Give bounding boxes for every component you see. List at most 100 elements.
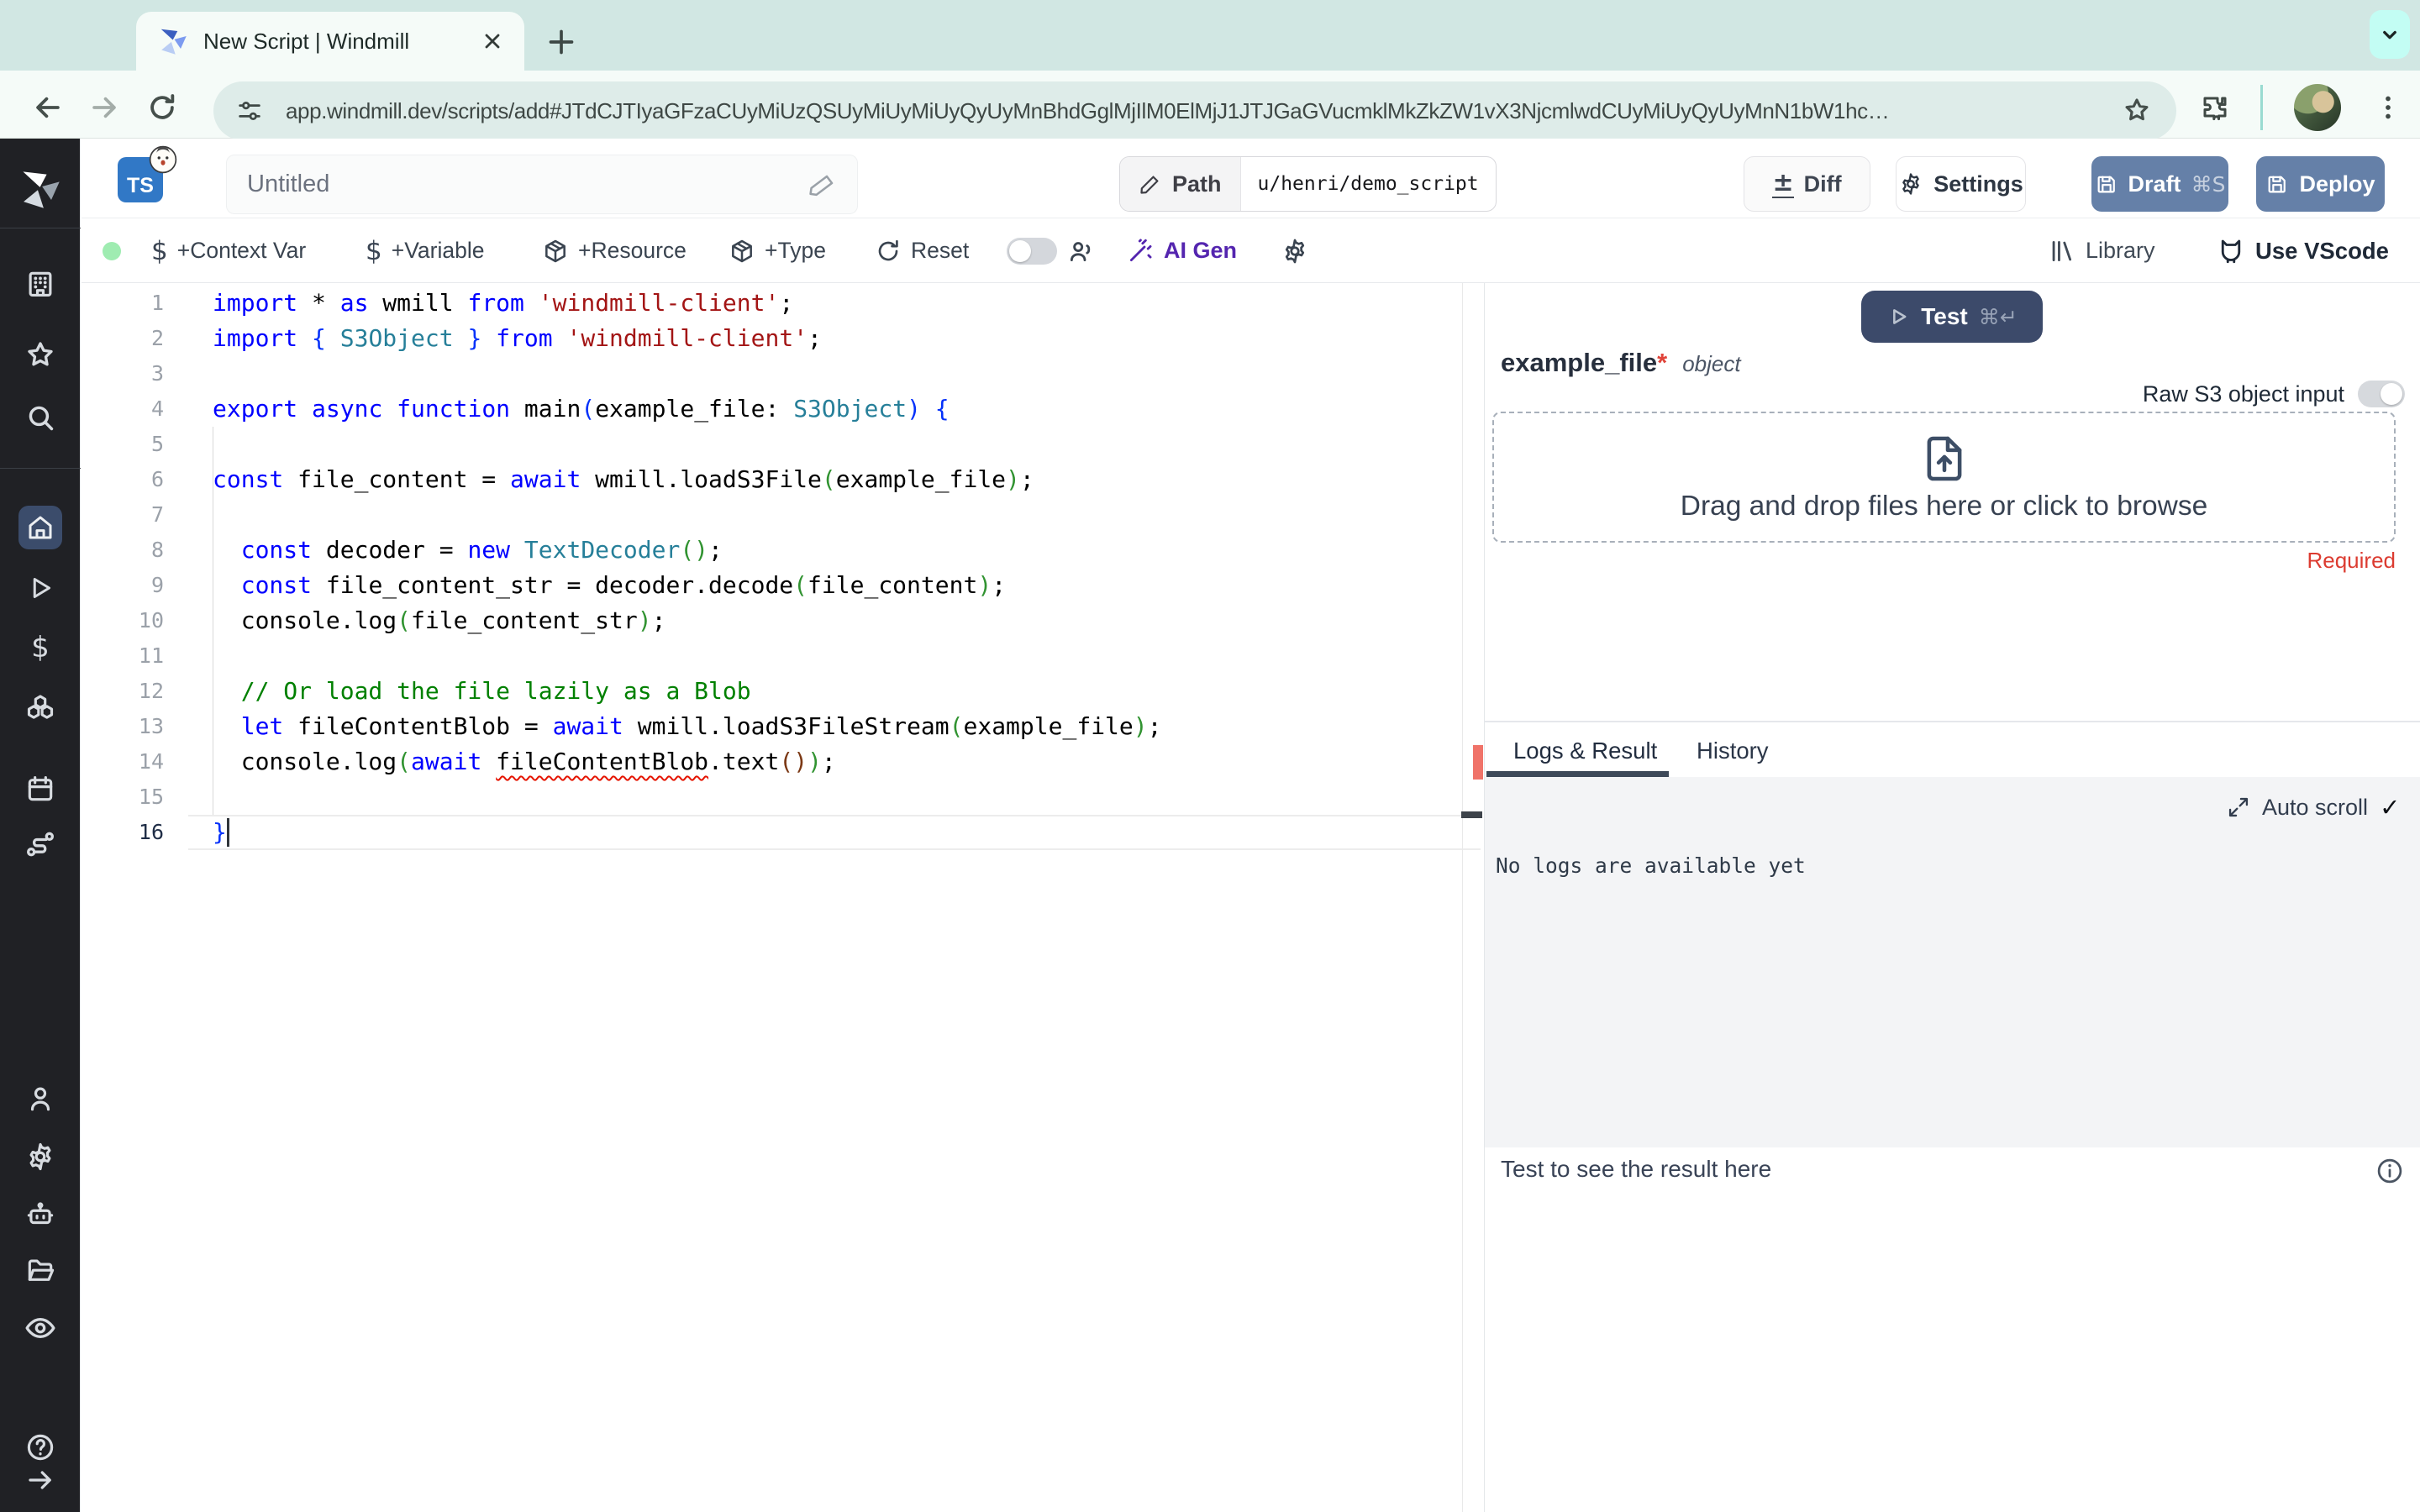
- back-icon[interactable]: [32, 92, 64, 123]
- code-line-9: const file_content_str = decoder.decode(…: [240, 571, 1007, 599]
- search-icon[interactable]: [24, 402, 56, 433]
- line-number-15: 15: [138, 785, 164, 809]
- line-number-9: 9: [150, 573, 164, 597]
- add-variable-button[interactable]: $ +Variable: [366, 218, 484, 283]
- code-line-13: let fileContentBlob = await wmill.loadS3…: [240, 712, 1162, 740]
- library-button[interactable]: Library: [2048, 218, 2155, 283]
- test-button[interactable]: Test ⌘↵: [1861, 291, 2043, 343]
- browser-tab[interactable]: New Script | Windmill: [136, 12, 524, 71]
- diff-button[interactable]: ± Diff: [1744, 156, 1870, 212]
- info-icon[interactable]: [2375, 1156, 2405, 1186]
- line-number-8: 8: [150, 538, 164, 562]
- overview-error-marker: [1473, 745, 1483, 780]
- required-star: *: [1657, 348, 1668, 377]
- forward-icon[interactable]: [88, 92, 120, 123]
- multiplayer-toggle[interactable]: [1007, 218, 1095, 283]
- browser-profile-pill[interactable]: [2370, 10, 2410, 59]
- line-number-13: 13: [138, 714, 164, 738]
- toggle-off[interactable]: [1007, 237, 1057, 265]
- code-line-2: import { S3Object } from 'windmill-clien…: [213, 324, 822, 352]
- autoscroll-control[interactable]: Auto scroll ✓: [2227, 793, 2400, 822]
- add-resource-button[interactable]: +Resource: [542, 218, 687, 283]
- code-line-10: console.log(file_content_str);: [213, 606, 666, 634]
- address-bar[interactable]: app.windmill.dev/scripts/add#JTdCJTIyaGF…: [213, 81, 2176, 140]
- profile-avatar[interactable]: [2294, 84, 2341, 131]
- workers-robot-icon[interactable]: [24, 1199, 56, 1231]
- mascot-badge-icon: [149, 145, 177, 174]
- line-number-11: 11: [138, 643, 164, 668]
- tab-history[interactable]: History: [1697, 738, 1769, 764]
- settings-button[interactable]: Settings: [1896, 156, 2026, 212]
- file-dropzone[interactable]: Drag and drop files here or click to bro…: [1492, 412, 2396, 543]
- field-type: object: [1682, 351, 1741, 376]
- tab-close-icon[interactable]: [481, 29, 504, 53]
- browser-menu-icon[interactable]: [2373, 92, 2403, 123]
- raw-s3-label: Raw S3 object input: [2142, 381, 2344, 407]
- raw-s3-toggle[interactable]: [2358, 381, 2405, 407]
- reset-button[interactable]: Reset: [875, 218, 969, 283]
- path-left: Path: [1120, 157, 1241, 211]
- settings-gear-icon-header: [1902, 173, 1920, 195]
- ai-gen-button[interactable]: AI Gen: [1126, 218, 1237, 283]
- app-sidebar: $: [0, 139, 81, 1512]
- bookmark-star-icon[interactable]: [2121, 95, 2153, 127]
- active-tab-underline: [1486, 771, 1669, 777]
- logs-box: [1485, 777, 2420, 1147]
- deploy-save-icon: [2269, 176, 2286, 193]
- expand-sidebar-icon[interactable]: [25, 1465, 55, 1495]
- resources-icon[interactable]: [24, 691, 57, 725]
- workspace-icon[interactable]: [24, 268, 56, 300]
- site-settings-icon[interactable]: [235, 97, 264, 125]
- editor-code[interactable]: import * as wmill from 'windmill-client'…: [213, 286, 1162, 850]
- library-label: Library: [2086, 238, 2155, 263]
- audit-eye-icon[interactable]: [24, 1311, 57, 1345]
- code-line-6: const file_content = await wmill.loadS3F…: [213, 465, 1034, 493]
- path-button[interactable]: Path u/henri/demo_script: [1119, 156, 1497, 212]
- editor-settings-gear-icon[interactable]: [1281, 237, 1309, 265]
- add-context-var-button[interactable]: $ +Context Var: [151, 218, 306, 283]
- path-value: u/henri/demo_script: [1257, 173, 1479, 195]
- draft-label: Draft: [2128, 171, 2181, 197]
- library-icon: [2052, 240, 2072, 261]
- tab-logs-result[interactable]: Logs & Result: [1513, 738, 1657, 764]
- draft-button[interactable]: Draft ⌘S: [2091, 156, 2228, 212]
- script-title-field[interactable]: Untitled: [226, 155, 858, 214]
- add-type-button[interactable]: +Type: [729, 218, 826, 283]
- windmill-logo-icon[interactable]: [18, 167, 62, 211]
- folders-icon[interactable]: [24, 1255, 56, 1287]
- browser-tabstrip: New Script | Windmill: [0, 0, 2420, 71]
- help-icon[interactable]: [24, 1431, 56, 1463]
- raw-s3-row: Raw S3 object input: [1484, 381, 2405, 407]
- user-icon[interactable]: [24, 1083, 56, 1115]
- schedules-icon[interactable]: [24, 773, 56, 805]
- use-vscode-button[interactable]: Use VScode: [2216, 218, 2389, 283]
- favorites-star-icon[interactable]: [24, 339, 57, 372]
- code-line-16: }: [213, 818, 227, 846]
- multiplayer-user-icon: [1070, 241, 1091, 261]
- resource-label: +Resource: [578, 238, 687, 263]
- url-text[interactable]: app.windmill.dev/scripts/add#JTdCJTIyaGF…: [286, 98, 2121, 124]
- current-line-border-bottom: [188, 848, 1481, 850]
- extensions-icon[interactable]: [2200, 93, 2230, 123]
- editor-cursor: [227, 818, 229, 847]
- flows-icon[interactable]: [24, 827, 57, 861]
- home-icon: [29, 516, 52, 539]
- expand-icon[interactable]: [2227, 795, 2250, 819]
- diff-label: Diff: [1803, 171, 1842, 197]
- ai-wand-icon: [1129, 238, 1152, 261]
- new-tab-icon[interactable]: [544, 25, 578, 59]
- edit-pencil-icon[interactable]: [808, 171, 837, 199]
- editor-gutter: 1 2 3 4 5 6 7 8 9 10 11 12 13 14 15 16: [82, 286, 164, 850]
- deploy-label: Deploy: [2299, 171, 2375, 197]
- deploy-button[interactable]: Deploy: [2256, 156, 2385, 212]
- code-editor[interactable]: 1 2 3 4 5 6 7 8 9 10 11 12 13 14 15 16 import * as wmil…: [82, 283, 1484, 1512]
- reload-icon[interactable]: [146, 92, 178, 123]
- settings-gear-icon[interactable]: [24, 1141, 56, 1173]
- runs-icon[interactable]: [25, 573, 55, 603]
- line-number-10: 10: [138, 608, 164, 633]
- autoscroll-check-icon: ✓: [2380, 793, 2401, 822]
- variables-icon[interactable]: $: [31, 631, 50, 664]
